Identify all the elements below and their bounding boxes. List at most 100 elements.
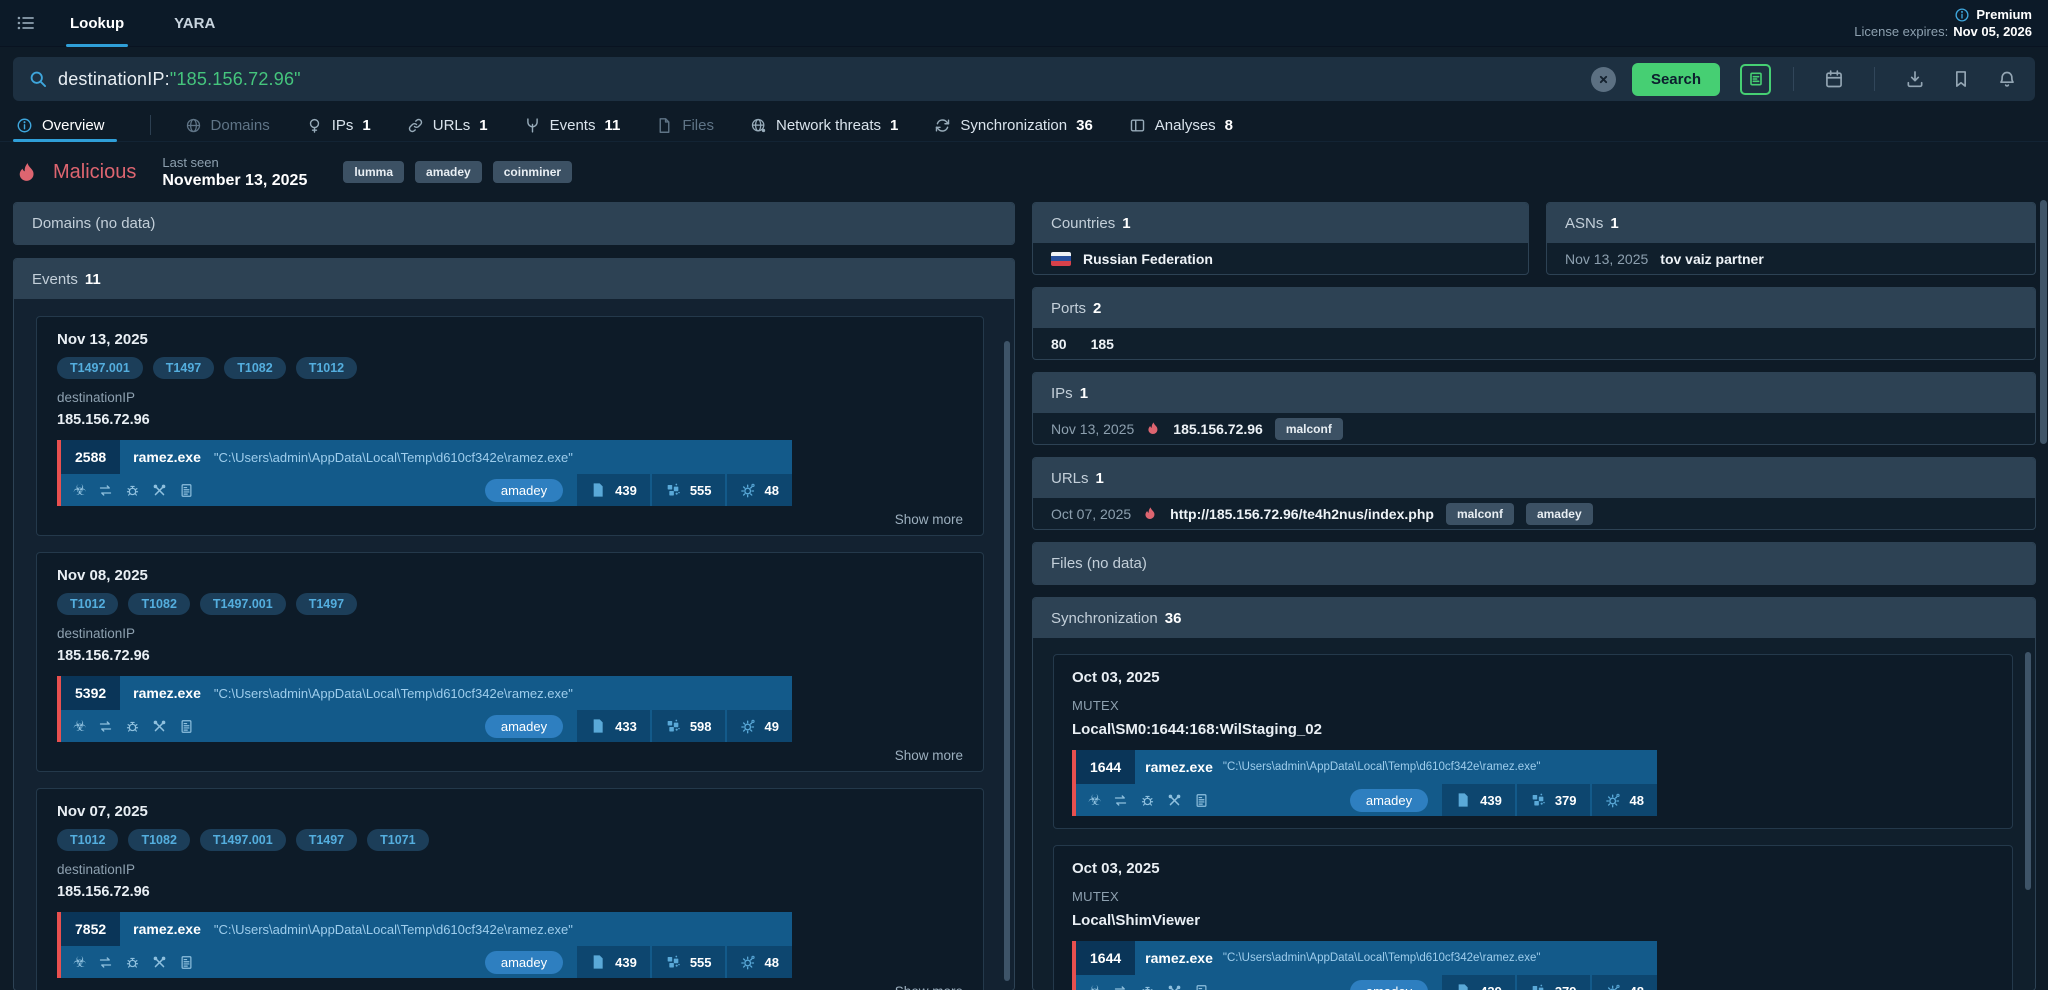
download-icon[interactable] <box>1897 69 1933 89</box>
tab-network-threats[interactable]: Network threats1 <box>750 109 898 142</box>
gear-icon <box>740 718 756 734</box>
event-field-value: 185.156.72.96 <box>57 412 963 428</box>
swap-arrows-icon <box>98 483 113 498</box>
technique-tag[interactable]: T1497.001 <box>200 593 286 615</box>
process-row[interactable]: 1644 ramez.exe "C:\Users\admin\AppData\L… <box>1072 941 1657 990</box>
swap-arrows-icon <box>98 719 113 734</box>
technique-tag[interactable]: T1012 <box>57 829 118 851</box>
menu-icon[interactable] <box>16 13 36 33</box>
process-path: "C:\Users\admin\AppData\Local\Temp\d610c… <box>214 450 573 465</box>
process-icons: ☣ <box>61 710 206 742</box>
tools-icon <box>1167 984 1182 990</box>
tab-events[interactable]: Events11 <box>524 109 621 142</box>
stat-gears: 48 <box>1592 975 1657 990</box>
technique-tag[interactable]: T1082 <box>128 829 189 851</box>
tab-domains[interactable]: Domains <box>185 109 270 142</box>
process-row[interactable]: 1644 ramez.exe "C:\Users\admin\AppData\L… <box>1072 750 1657 816</box>
ip-date: Nov 13, 2025 <box>1051 421 1134 437</box>
event-item: Nov 08, 2025 T1012 T1082 T1497.001 T1497… <box>36 552 984 772</box>
port-value[interactable]: 185 <box>1091 336 1114 352</box>
malware-tag[interactable]: amadey <box>485 715 563 738</box>
calendar-icon[interactable] <box>1816 69 1852 89</box>
technique-tag[interactable]: T1497 <box>296 829 357 851</box>
malware-tag[interactable]: amadey <box>1526 503 1593 525</box>
events-count: 11 <box>85 271 101 288</box>
ports-panel: Ports2 80 185 <box>1032 287 2036 360</box>
sync-value: Local\SM0:1644:168:WilStaging_02 <box>1072 721 1994 738</box>
show-more-link[interactable]: Show more <box>57 512 963 527</box>
technique-tag[interactable]: T1082 <box>224 357 285 379</box>
malware-tag[interactable]: lumma <box>343 161 404 183</box>
technique-tag[interactable]: T1497 <box>296 593 357 615</box>
tab-synchronization[interactable]: Synchronization36 <box>934 109 1092 142</box>
bug-icon <box>125 719 140 734</box>
tab-analyses[interactable]: Analyses8 <box>1129 109 1233 142</box>
malware-tag[interactable]: amadey <box>415 161 482 183</box>
divider <box>1793 67 1794 91</box>
show-more-link[interactable]: Show more <box>57 984 963 990</box>
stat-gears: 49 <box>727 710 792 742</box>
asn-row[interactable]: Nov 13, 2025 tov vaiz partner <box>1547 243 2035 274</box>
tab-ips[interactable]: IPs1 <box>306 109 371 142</box>
technique-tag[interactable]: T1497 <box>153 357 214 379</box>
process-row[interactable]: 7852 ramez.exe "C:\Users\admin\AppData\L… <box>57 912 792 978</box>
malconf-tag[interactable]: malconf <box>1275 418 1343 440</box>
process-path: "C:\Users\admin\AppData\Local\Temp\d610c… <box>214 922 573 937</box>
process-row[interactable]: 5392 ramez.exe "C:\Users\admin\AppData\L… <box>57 676 792 742</box>
malware-tag[interactable]: amadey <box>1350 980 1428 990</box>
malware-tag[interactable]: amadey <box>485 951 563 974</box>
clear-search-button[interactable] <box>1591 67 1616 92</box>
technique-tag[interactable]: T1082 <box>128 593 189 615</box>
technique-tag[interactable]: T1071 <box>367 829 428 851</box>
tab-files[interactable]: Files <box>656 109 714 142</box>
info-icon[interactable] <box>1954 6 1970 24</box>
bug-icon <box>1140 793 1155 808</box>
technique-tag[interactable]: T1497.001 <box>57 357 143 379</box>
technique-tag[interactable]: T1497.001 <box>200 829 286 851</box>
topnav-tab-yara[interactable]: YARA <box>170 0 219 47</box>
malware-tag[interactable]: amadey <box>1350 789 1428 812</box>
process-row[interactable]: 2588 ramez.exe "C:\Users\admin\AppData\L… <box>57 440 792 506</box>
url-row[interactable]: Oct 07, 2025 http://185.156.72.96/te4h2n… <box>1033 498 2035 529</box>
sync-value: Local\ShimViewer <box>1072 912 1994 929</box>
query-history-icon[interactable] <box>1740 64 1771 95</box>
bookmark-icon[interactable] <box>1943 69 1979 89</box>
technique-tag[interactable]: T1012 <box>296 357 357 379</box>
search-input[interactable]: destinationIP:"185.156.72.96" Search <box>13 57 2035 101</box>
tab-urls[interactable]: URLs1 <box>407 109 488 142</box>
ip-row[interactable]: Nov 13, 2025 185.156.72.96 malconf <box>1033 413 2035 444</box>
process-icons: ☣ <box>61 474 206 506</box>
sync-scrollbar[interactable] <box>2025 652 2031 890</box>
sync-list: Oct 03, 2025 MUTEX Local\SM0:1644:168:Wi… <box>1033 638 2035 990</box>
show-more-link[interactable]: Show more <box>57 748 963 763</box>
events-list: Nov 13, 2025 T1497.001 T1497 T1082 T1012… <box>14 299 1014 990</box>
port-value[interactable]: 80 <box>1051 336 1067 352</box>
topnav-tab-lookup[interactable]: Lookup <box>66 0 128 47</box>
stat-gears: 48 <box>1592 784 1657 816</box>
search-query[interactable]: destinationIP:"185.156.72.96" <box>58 69 301 90</box>
stat-modules: 598 <box>652 710 725 742</box>
page-scrollbar[interactable] <box>2040 200 2047 444</box>
swap-arrows-icon <box>1113 984 1128 990</box>
search-row: destinationIP:"185.156.72.96" Search <box>0 47 2048 109</box>
malware-tag[interactable]: amadey <box>485 479 563 502</box>
file-icon <box>590 954 606 970</box>
biohazard-icon: ☣ <box>73 953 86 971</box>
file-icon <box>590 718 606 734</box>
event-item: Nov 13, 2025 T1497.001 T1497 T1082 T1012… <box>36 316 984 536</box>
event-field-label: destinationIP <box>57 862 963 877</box>
tab-overview[interactable]: Overview <box>16 109 114 142</box>
notifications-bell-icon[interactable] <box>1989 69 2025 89</box>
malconf-tag[interactable]: malconf <box>1446 503 1514 525</box>
divider <box>150 115 151 135</box>
search-button[interactable]: Search <box>1632 63 1720 96</box>
technique-tag[interactable]: T1012 <box>57 593 118 615</box>
biohazard-icon: ☣ <box>1088 791 1101 809</box>
country-row[interactable]: Russian Federation <box>1033 243 1528 274</box>
events-scrollbar[interactable] <box>1004 341 1010 981</box>
malware-tag[interactable]: coinminer <box>493 161 572 183</box>
bug-icon <box>125 483 140 498</box>
sync-title: Synchronization <box>1051 610 1158 627</box>
ports-count: 2 <box>1093 300 1101 317</box>
sync-count: 36 <box>1165 610 1182 627</box>
